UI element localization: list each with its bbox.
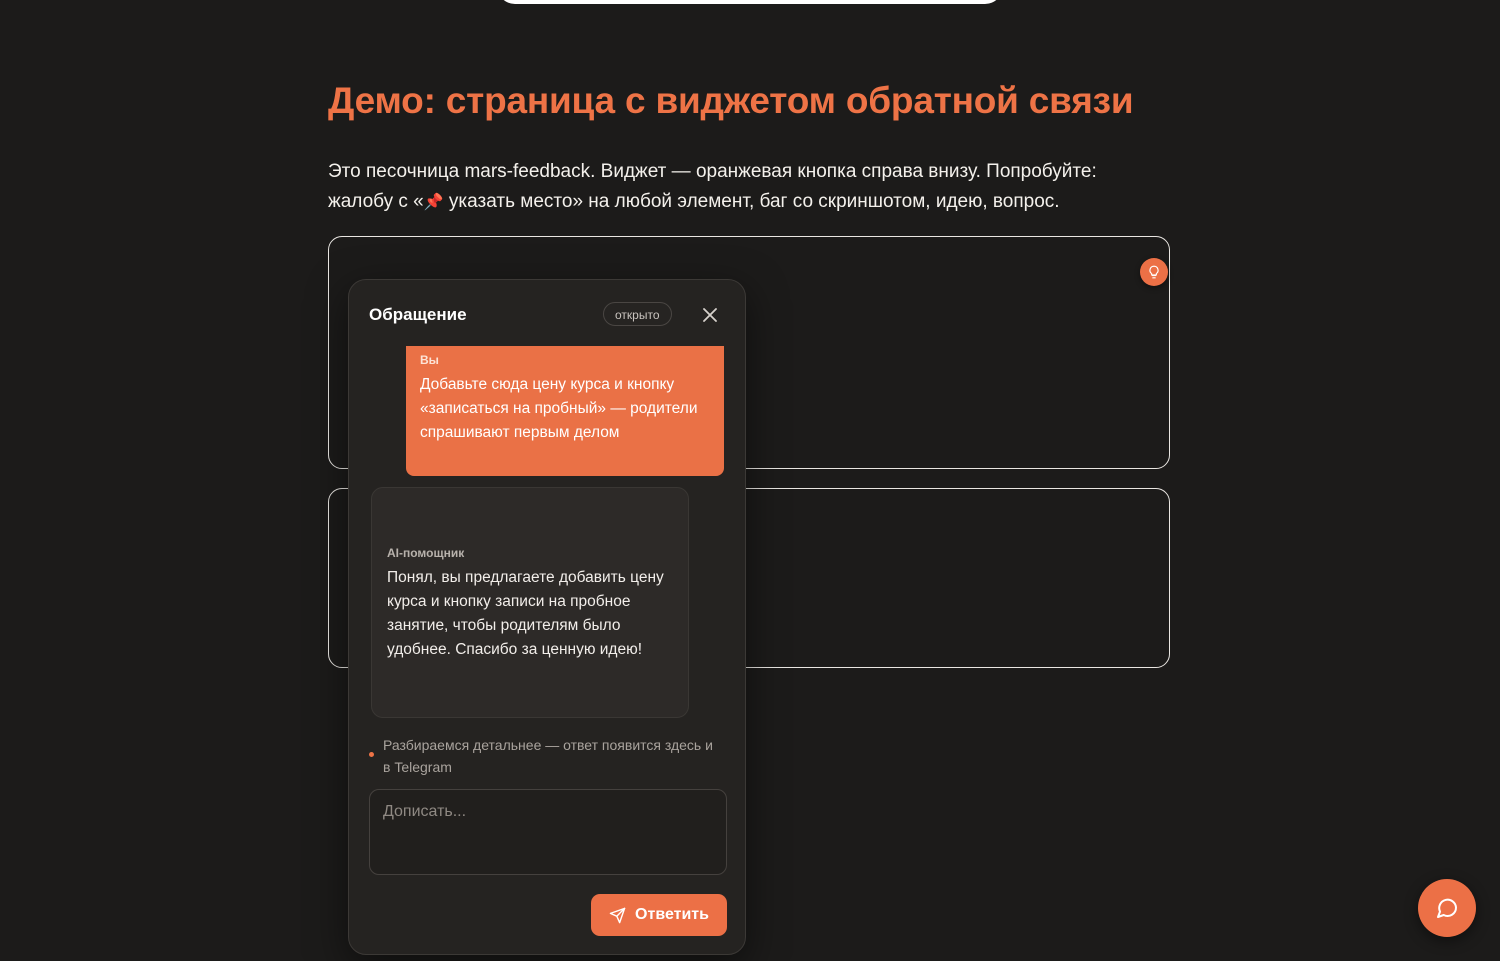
status-indicator-dot: [369, 752, 374, 757]
top-header-pill: [497, 0, 1003, 4]
reply-input[interactable]: [369, 789, 727, 875]
status-badge: открыто: [603, 302, 672, 326]
panel-title: Обращение: [369, 305, 467, 324]
send-button[interactable]: Ответить: [591, 894, 727, 936]
status-text: Разбираемся детальнее — ответ появится з…: [383, 737, 713, 775]
intro-paragraph: Это песочница mars-feedback. Виджет — ор…: [328, 157, 1148, 218]
user-message: Вы Добавьте сюда цену курса и кнопку «за…: [406, 346, 724, 476]
message-text: Добавьте сюда цену курса и кнопку «запис…: [420, 376, 698, 441]
page-title: Демо: страница с виджетом обратной связи: [328, 80, 1134, 121]
feedback-launcher-button[interactable]: [1418, 879, 1476, 937]
pin-icon: 📌: [423, 194, 444, 211]
assistant-message: AI-помощник Понял, вы предлагаете добави…: [371, 487, 689, 718]
message-author: Вы: [420, 353, 439, 367]
lightbulb-icon[interactable]: [1140, 258, 1168, 286]
send-button-label: Ответить: [635, 906, 709, 923]
send-icon: [609, 907, 626, 923]
chat-bubble-icon: [1437, 898, 1458, 918]
message-author: AI-помощник: [387, 546, 465, 560]
close-button[interactable]: [699, 304, 721, 326]
intro-text-end: указать место» на любой элемент, баг со …: [443, 191, 1060, 212]
feedback-panel: Обращение открыто Вы Добавьте сюда цену …: [348, 279, 746, 955]
close-icon: [703, 308, 717, 322]
message-text: Понял, вы предлагаете добавить цену курс…: [387, 569, 664, 658]
